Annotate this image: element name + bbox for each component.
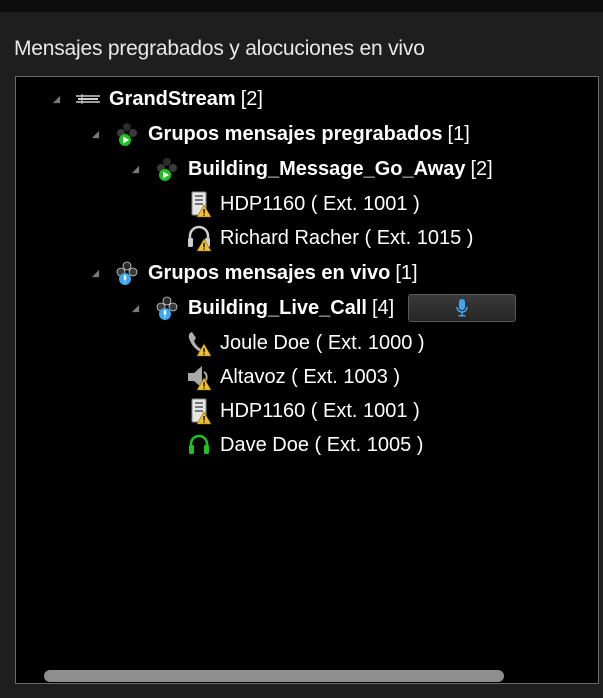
microphone-icon xyxy=(456,299,468,317)
node-label: HDP1160 ( Ext. 1001 ) xyxy=(220,192,420,215)
speaker-warning-icon xyxy=(184,362,214,392)
node-label: Joule Doe ( Ext. 1000 ) xyxy=(220,331,425,354)
live-group-icon xyxy=(112,258,142,288)
node-label: Grupos mensajes pregrabados xyxy=(148,122,443,145)
node-count: [1] xyxy=(395,261,418,284)
node-label: Building_Live_Call xyxy=(188,296,367,319)
group-tree[interactable]: GrandStream [2] Grupos mensajes pregraba… xyxy=(15,76,599,684)
panel-title: Mensajes pregrabados y alocuciones en vi… xyxy=(14,37,425,60)
expand-arrow-icon[interactable] xyxy=(88,127,102,141)
live-call-microphone-button[interactable] xyxy=(408,294,517,322)
tree-node-live-groups[interactable]: Grupos mensajes en vivo [1] xyxy=(88,257,418,289)
node-label: Dave Doe ( Ext. 1005 ) xyxy=(220,433,424,456)
expand-arrow-icon[interactable] xyxy=(128,162,142,176)
node-count: [1] xyxy=(447,122,470,145)
node-count: [4] xyxy=(371,296,395,319)
tree-node-building-live-call[interactable]: Building_Live_Call [4] xyxy=(128,292,517,324)
live-group-icon xyxy=(152,293,182,323)
tree-node-member-joule-doe[interactable]: Joule Doe ( Ext. 1000 ) xyxy=(184,327,425,359)
tree-node-member-altavoz[interactable]: Altavoz ( Ext. 1003 ) xyxy=(184,361,400,393)
expand-arrow-icon[interactable] xyxy=(49,92,63,106)
tree-node-member-richard-racher[interactable]: Richard Racher ( Ext. 1015 ) xyxy=(184,222,473,254)
node-count: [2] xyxy=(240,87,263,110)
tree-node-member-dave-doe[interactable]: Dave Doe ( Ext. 1005 ) xyxy=(184,429,423,461)
tree-node-member-hdp1160[interactable]: HDP1160 ( Ext. 1001 ) xyxy=(184,188,420,220)
node-label: Richard Racher ( Ext. 1015 ) xyxy=(220,226,474,249)
node-count: [2] xyxy=(470,157,493,180)
tree-node-member-hdp1160-live[interactable]: HDP1160 ( Ext. 1001 ) xyxy=(184,395,420,427)
node-label: GrandStream xyxy=(109,87,236,110)
horizontal-scrollbar[interactable] xyxy=(36,670,591,682)
prerecorded-group-icon xyxy=(152,154,182,184)
node-label: HDP1160 ( Ext. 1001 ) xyxy=(220,399,420,422)
scrollbar-thumb[interactable] xyxy=(44,670,504,682)
expand-arrow-icon[interactable] xyxy=(128,301,142,315)
tree-node-grandstream[interactable]: GrandStream [2] xyxy=(49,83,263,115)
prerecorded-group-icon xyxy=(112,119,142,149)
window-top-strip xyxy=(0,0,603,12)
tree-node-prerecorded-groups[interactable]: Grupos mensajes pregrabados [1] xyxy=(88,118,470,150)
expand-arrow-icon[interactable] xyxy=(88,266,102,280)
headset-online-icon xyxy=(184,430,214,460)
intercom-warning-icon xyxy=(184,189,214,219)
phone-warning-icon xyxy=(184,328,214,358)
node-label: Altavoz ( Ext. 1003 ) xyxy=(220,365,401,388)
headset-warning-icon xyxy=(184,223,214,253)
tree-node-building-message-go-away[interactable]: Building_Message_Go_Away [2] xyxy=(128,153,493,185)
node-label: Building_Message_Go_Away xyxy=(188,157,466,180)
network-trunk-icon xyxy=(73,84,103,114)
node-label: Grupos mensajes en vivo xyxy=(148,261,391,284)
intercom-warning-icon xyxy=(184,396,214,426)
